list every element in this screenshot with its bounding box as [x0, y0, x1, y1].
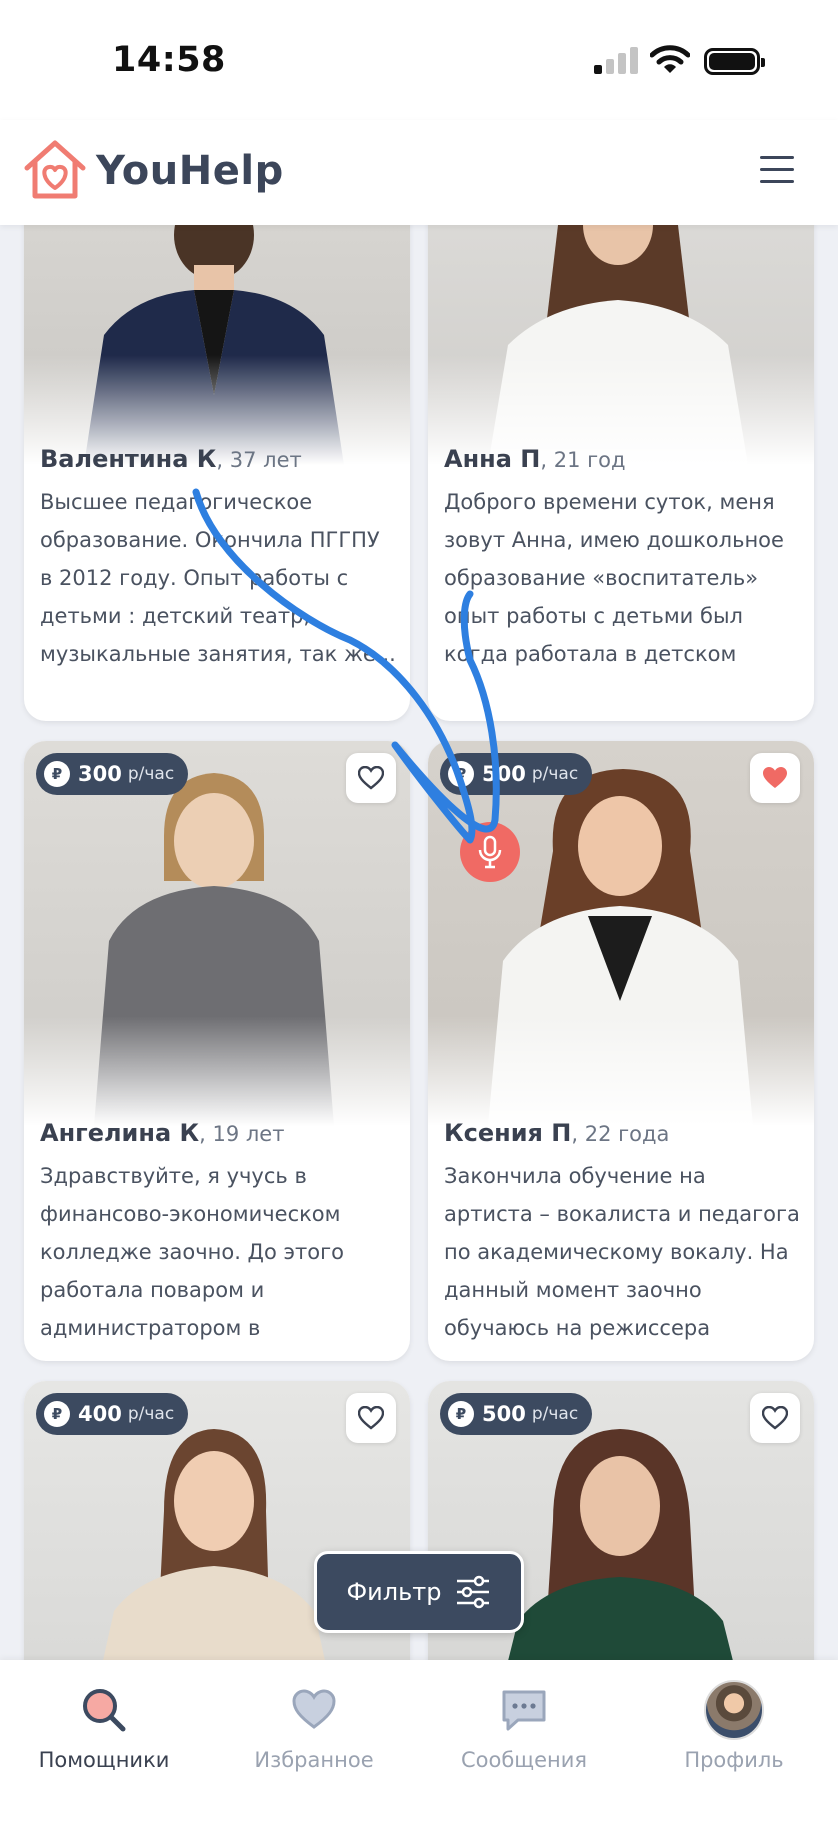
nav-favorites[interactable]: Избранное — [214, 1680, 414, 1772]
logo-house-heart-icon — [24, 140, 86, 199]
nav-messages[interactable]: Сообщения — [424, 1680, 624, 1772]
bottom-navigation: Помощники Избранное Сообщения Профиль — [0, 1660, 838, 1824]
helper-name: Ангелина К, 19 лет — [40, 1119, 285, 1147]
nav-label: Помощники — [38, 1748, 170, 1772]
price-badge: ₽ 300 р/час — [36, 753, 189, 795]
wifi-icon — [650, 45, 690, 73]
helper-name: Ксения П, 22 года — [444, 1119, 670, 1147]
helper-card[interactable]: Анна П, 21 год Доброго времени суток, ме… — [428, 225, 814, 721]
helper-card[interactable]: Валентина К, 37 лет Высшее педагогическо… — [24, 225, 410, 721]
helper-name: Анна П, 21 год — [444, 445, 626, 473]
helper-card[interactable]: ₽ 300 р/час Ангелина К, 19 лет Здравствуй… — [24, 741, 410, 1361]
ruble-icon: ₽ — [448, 761, 474, 787]
price-badge: ₽ 500 р/час — [440, 1393, 593, 1435]
helper-description: Закончила обучение на артиста – вокалист… — [444, 1164, 800, 1340]
avatar — [704, 1680, 764, 1740]
favorite-button[interactable] — [346, 753, 396, 803]
nav-helpers[interactable]: Помощники — [4, 1680, 204, 1772]
favorite-button[interactable] — [750, 1393, 800, 1443]
ruble-icon: ₽ — [44, 1401, 70, 1427]
ruble-icon: ₽ — [44, 761, 70, 787]
favorite-button[interactable] — [346, 1393, 396, 1443]
price-badge: ₽ 400 р/час — [36, 1393, 189, 1435]
microphone-icon — [478, 835, 502, 869]
price-badge: ₽ 500 р/час — [440, 753, 593, 795]
helper-name: Валентина К, 37 лет — [40, 445, 302, 473]
chat-icon — [502, 1690, 546, 1731]
microphone-button[interactable] — [460, 822, 520, 882]
hamburger-menu-icon[interactable] — [756, 152, 796, 188]
status-bar: 14:58 — [0, 0, 838, 120]
heart-icon — [292, 1689, 336, 1729]
heart-outline-icon — [762, 1406, 788, 1430]
filter-label: Фильтр — [346, 1578, 442, 1606]
helper-description: Доброго времени суток, меня зовут Анна, … — [444, 490, 784, 666]
heart-filled-icon — [763, 767, 787, 788]
nav-label: Профиль — [684, 1748, 784, 1772]
helper-photo — [428, 225, 814, 465]
helper-description: Высшее педагогическое образование. Оконч… — [40, 490, 396, 666]
helpers-feed[interactable]: Валентина К, 37 лет Высшее педагогическо… — [0, 225, 838, 1660]
favorite-button[interactable] — [750, 753, 800, 803]
heart-outline-icon — [358, 1406, 384, 1430]
cellular-signal-icon — [594, 46, 638, 74]
nav-label: Избранное — [254, 1748, 374, 1772]
sliders-icon — [457, 1575, 490, 1609]
helper-photo — [24, 225, 410, 465]
nav-label: Сообщения — [460, 1748, 588, 1772]
ruble-icon: ₽ — [448, 1401, 474, 1427]
search-icon — [83, 1689, 126, 1732]
status-time: 14:58 — [112, 40, 226, 80]
nav-profile[interactable]: Профиль — [634, 1680, 834, 1772]
filter-button[interactable]: Фильтр — [314, 1551, 524, 1633]
app-header: YouHelp — [0, 120, 838, 225]
app-logo-text[interactable]: YouHelp — [96, 148, 284, 194]
helper-description: Здравствуйте, я учусь в финансово-эконом… — [40, 1164, 344, 1340]
heart-outline-icon — [358, 766, 384, 790]
battery-icon — [704, 48, 765, 75]
